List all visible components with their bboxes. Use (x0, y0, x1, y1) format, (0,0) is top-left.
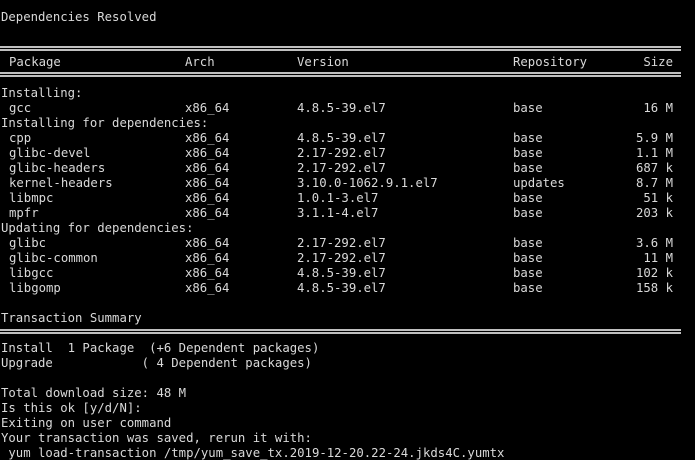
col-repository: Repository (513, 55, 588, 69)
summary-title: Transaction Summary (1, 311, 142, 325)
cell-size: 687 k (635, 161, 673, 175)
cell-size: 5.9 M (635, 131, 673, 145)
table-row: glibc-common x86_64 2.17-292.el7 base 11 M (1, 251, 691, 266)
column-header-row: Package Arch Version Repository Size (1, 55, 691, 70)
col-version: Version (297, 55, 349, 69)
download-size: Total download size: 48 M (1, 386, 187, 400)
cell-size: 51 k (643, 191, 673, 205)
table-row: libgcc x86_64 4.8.5-39.el7 base 102 k (1, 266, 691, 281)
table-row: glibc-headers x86_64 2.17-292.el7 base 687 k (1, 161, 691, 176)
table-row: gcc x86_64 4.8.5-39.el7 base 16 M (1, 101, 691, 116)
cell-size: 16 M (643, 101, 673, 115)
cell-version: 2.17-292.el7 (297, 161, 386, 175)
group-label: Updating for dependencies: (1, 221, 194, 235)
cell-version: 2.17-292.el7 (297, 236, 386, 250)
cell-arch: x86_64 (185, 161, 230, 175)
cell-size: 158 k (635, 281, 673, 295)
cell-version: 4.8.5-39.el7 (297, 281, 386, 295)
cell-repository: updates (513, 176, 565, 190)
cell-repository: base (513, 131, 543, 145)
cell-repository: base (513, 161, 543, 175)
cell-package: kernel-headers (9, 176, 113, 190)
cell-version: 2.17-292.el7 (297, 251, 386, 265)
summary-install: Install 1 Package (+6 Dependent packages… (1, 341, 320, 355)
cell-repository: base (513, 191, 543, 205)
cell-version: 3.1.1-4.el7 (297, 206, 379, 220)
summary-rule (0, 329, 681, 334)
group-label: Installing for dependencies: (1, 116, 209, 130)
top-rule (0, 46, 681, 51)
cell-package: libmpc (9, 191, 54, 205)
cell-package: libgcc (9, 266, 54, 280)
terminal-window[interactable]: Dependencies Resolved Package Arch Versi… (0, 0, 695, 460)
cell-repository: base (513, 101, 543, 115)
col-size: Size (643, 55, 673, 69)
table-row: libgomp x86_64 4.8.5-39.el7 base 158 k (1, 281, 691, 296)
cell-size: 11 M (643, 251, 673, 265)
cell-arch: x86_64 (185, 266, 230, 280)
table-row: cpp x86_64 4.8.5-39.el7 base 5.9 M (1, 131, 691, 146)
cell-package: glibc-common (9, 251, 98, 265)
cell-arch: x86_64 (185, 251, 230, 265)
cell-version: 4.8.5-39.el7 (297, 266, 386, 280)
table-row: glibc x86_64 2.17-292.el7 base 3.6 M (1, 236, 691, 251)
cell-package: glibc (9, 236, 47, 250)
cell-version: 1.0.1-3.el7 (297, 191, 379, 205)
rerun-command: yum load-transaction /tmp/yum_save_tx.20… (1, 446, 505, 460)
cell-arch: x86_64 (185, 191, 230, 205)
cell-version: 2.17-292.el7 (297, 146, 386, 160)
cell-arch: x86_64 (185, 236, 230, 250)
heading: Dependencies Resolved (1, 10, 157, 24)
col-package: Package (9, 55, 61, 69)
cell-arch: x86_64 (185, 101, 230, 115)
cell-repository: base (513, 266, 543, 280)
table-row: libmpc x86_64 1.0.1-3.el7 base 51 k (1, 191, 691, 206)
cell-size: 3.6 M (635, 236, 673, 250)
cell-repository: base (513, 206, 543, 220)
cell-repository: base (513, 236, 543, 250)
cell-size: 1.1 M (635, 146, 673, 160)
cell-arch: x86_64 (185, 281, 230, 295)
cell-size: 203 k (635, 206, 673, 220)
cell-arch: x86_64 (185, 206, 230, 220)
exiting-message: Exiting on user command (1, 416, 172, 430)
cell-package: libgomp (9, 281, 61, 295)
cell-package: glibc-devel (9, 146, 91, 160)
cell-package: mpfr (9, 206, 39, 220)
table-row: mpfr x86_64 3.1.1-4.el7 base 203 k (1, 206, 691, 221)
cell-repository: base (513, 281, 543, 295)
cell-version: 4.8.5-39.el7 (297, 101, 386, 115)
cell-package: cpp (9, 131, 32, 145)
cell-repository: base (513, 146, 543, 160)
cell-repository: base (513, 251, 543, 265)
cell-package: glibc-headers (9, 161, 106, 175)
col-arch: Arch (185, 55, 215, 69)
table-row: glibc-devel x86_64 2.17-292.el7 base 1.1 M (1, 146, 691, 161)
cell-arch: x86_64 (185, 176, 230, 190)
group-label: Installing: (1, 86, 83, 100)
table-row: kernel-headers x86_64 3.10.0-1062.9.1.el7 u… (1, 176, 691, 191)
cell-arch: x86_64 (185, 131, 230, 145)
saved-message: Your transaction was saved, rerun it wit… (1, 431, 312, 445)
cell-arch: x86_64 (185, 146, 230, 160)
cell-size: 8.7 M (635, 176, 673, 190)
confirm-prompt: Is this ok [y/d/N]: (1, 401, 150, 415)
cell-version: 4.8.5-39.el7 (297, 131, 386, 145)
cell-version: 3.10.0-1062.9.1.el7 (297, 176, 438, 190)
summary-upgrade: Upgrade ( 4 Dependent packages) (1, 356, 312, 370)
header-rule (0, 72, 681, 77)
cell-package: gcc (9, 101, 32, 115)
cell-size: 102 k (635, 266, 673, 280)
